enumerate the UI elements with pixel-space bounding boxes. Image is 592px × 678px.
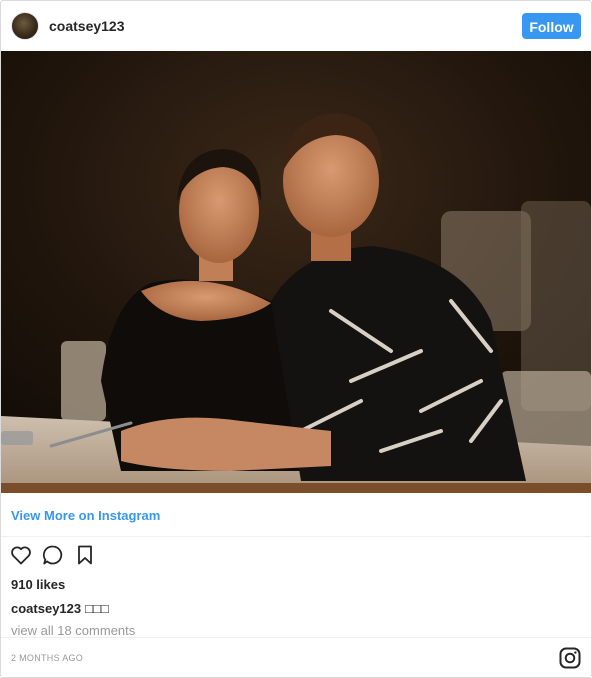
caption: coatsey123 □□□ xyxy=(1,595,591,618)
instagram-icon[interactable] xyxy=(559,647,581,669)
avatar[interactable] xyxy=(11,12,39,40)
photo-image xyxy=(1,51,591,493)
timestamp: 2 MONTHS AGO xyxy=(11,652,84,663)
comment-icon[interactable] xyxy=(41,543,65,567)
heart-icon[interactable] xyxy=(9,543,33,567)
username-link[interactable]: coatsey123 xyxy=(49,18,125,34)
likes-count[interactable]: 910 likes xyxy=(1,573,591,595)
post-header: coatsey123 Follow xyxy=(1,1,591,51)
bookmark-icon[interactable] xyxy=(73,543,97,567)
caption-username[interactable]: coatsey123 xyxy=(11,601,81,616)
action-bar xyxy=(1,537,591,573)
instagram-embed: coatsey123 Follow View More on Instagram… xyxy=(0,0,592,678)
caption-text: □□□ xyxy=(85,601,109,616)
post-photo[interactable] xyxy=(1,51,591,493)
follow-button[interactable]: Follow xyxy=(522,13,581,39)
post-footer: 2 MONTHS AGO xyxy=(1,637,591,677)
view-more-section: View More on Instagram xyxy=(1,493,591,537)
view-more-link[interactable]: View More on Instagram xyxy=(11,508,160,523)
